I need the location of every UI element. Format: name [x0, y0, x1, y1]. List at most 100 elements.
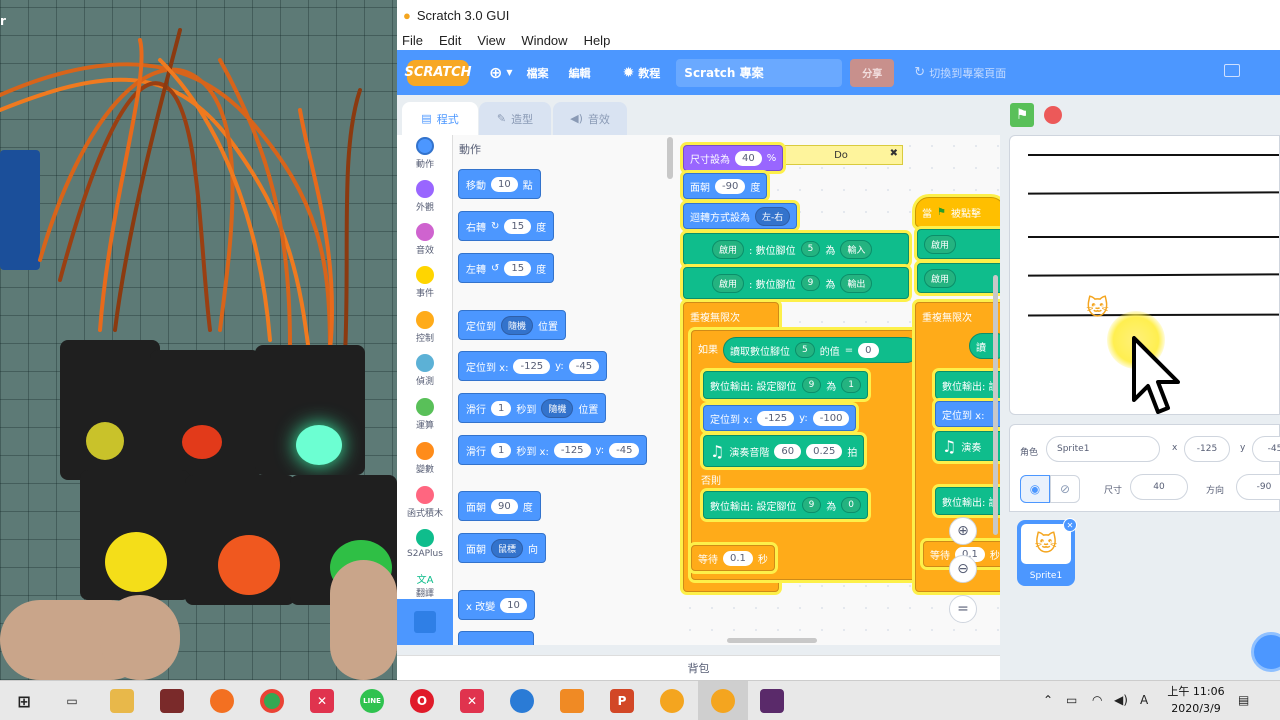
add-extension-button[interactable]	[397, 599, 453, 645]
menu-view[interactable]: View	[477, 33, 505, 48]
workspace-comment[interactable]: Do ✖	[779, 145, 903, 165]
block-goto-xy[interactable]: 定位到 x: -125 y: -45	[458, 351, 608, 381]
workspace-vertical-scrollbar[interactable]	[993, 275, 998, 535]
zoom-in-button[interactable]: ⊕	[949, 517, 977, 545]
block-input[interactable]: 40	[735, 150, 762, 166]
category-looks[interactable]: 外觀	[397, 180, 453, 213]
category-translate[interactable]: 文A 翻譯	[397, 571, 453, 599]
category-motion[interactable]: 動作	[397, 137, 453, 170]
block-dropdown[interactable]: 0	[841, 497, 862, 513]
block-dropdown[interactable]: 1	[841, 377, 862, 393]
zoom-reset-button[interactable]: =	[949, 595, 977, 623]
block-dropdown[interactable]: 輸出	[840, 273, 873, 293]
opera-icon[interactable]: O	[410, 689, 434, 713]
show-sprite-button[interactable]: ◉	[1020, 475, 1050, 503]
zoom-out-button[interactable]: ⊖	[949, 555, 977, 583]
block-glide-xy[interactable]: 滑行 1 秒到 x: -125 y: -45	[458, 435, 648, 465]
point-direction-block[interactable]: 面朝 -90 度	[683, 173, 768, 199]
video-editor-icon[interactable]	[760, 689, 784, 713]
x-position-input[interactable]: -125	[1184, 436, 1230, 462]
set-rotation-style-block[interactable]: 迴轉方式設為 左-右	[683, 203, 798, 229]
category-my-blocks[interactable]: 函式積木	[397, 486, 453, 519]
file-menu-button[interactable]: 檔案	[527, 65, 549, 81]
block-input[interactable]: -90	[715, 178, 746, 194]
scratch-icon[interactable]	[660, 689, 684, 713]
battery-icon[interactable]: ▭	[1066, 693, 1077, 707]
category-sensing[interactable]: 偵測	[397, 354, 453, 387]
goto-xy-block[interactable]: 定位到 x:	[935, 401, 1000, 427]
block-input[interactable]: 15	[504, 260, 532, 276]
tab-sounds[interactable]: ◀) 音效	[553, 102, 627, 135]
block-turn-left[interactable]: 左轉 ↺ 15 度	[458, 253, 555, 283]
block-input[interactable]: -45	[568, 358, 600, 374]
block-move-steps[interactable]: 移動 10 點	[458, 169, 541, 199]
set-pin-mode-block[interactable]: 啟用	[917, 263, 1000, 293]
backpack[interactable]: 背包	[397, 655, 1000, 680]
block-dropdown[interactable]: 5	[795, 342, 815, 358]
hide-sprite-button[interactable]: ⊘	[1050, 475, 1080, 503]
block-input[interactable]: 10	[491, 176, 518, 192]
choose-sprite-button[interactable]	[1251, 632, 1280, 672]
my-stuff-folder-icon[interactable]	[1224, 64, 1240, 77]
menu-help[interactable]: Help	[584, 33, 611, 48]
menu-window[interactable]: Window	[521, 33, 567, 48]
block-input[interactable]: -45	[609, 442, 640, 458]
set-size-block[interactable]: 尺寸設為 40 %	[683, 145, 784, 171]
block-input[interactable]: 0.1	[723, 550, 753, 566]
set-pin-mode-block[interactable]: 啟用	[917, 229, 1000, 259]
category-sound[interactable]: 音效	[397, 223, 453, 256]
scratch-logo[interactable]: SCRATCH	[404, 59, 472, 86]
goto-xy-block[interactable]: 定位到 x: -125 y: -100	[703, 405, 857, 431]
line-icon[interactable]: LINE	[360, 689, 384, 713]
block-dropdown[interactable]: 啟用	[924, 234, 957, 254]
delete-sprite-icon[interactable]: ✕	[1063, 518, 1077, 532]
block-input[interactable]: 90	[491, 498, 518, 514]
category-control[interactable]: 控制	[397, 311, 453, 344]
app-icon[interactable]	[560, 689, 584, 713]
block-dropdown[interactable]: 輸入	[840, 239, 873, 259]
block-input[interactable]: 10	[500, 597, 527, 613]
block-dropdown[interactable]: 啟用	[712, 273, 745, 293]
tutorials-button[interactable]: ✹ 教程	[623, 65, 661, 81]
app-icon[interactable]	[510, 689, 534, 713]
block-dropdown[interactable]: 隨機	[501, 315, 534, 335]
windows-start-icon[interactable]: ⊞	[12, 689, 36, 713]
block-dropdown[interactable]: 9	[801, 497, 822, 513]
firefox-icon[interactable]	[210, 689, 234, 713]
chevron-up-icon[interactable]: ⌃	[1043, 693, 1053, 707]
block-input[interactable]: 0.25	[806, 443, 843, 459]
block-input[interactable]: -125	[553, 442, 591, 458]
block-input[interactable]: 0	[858, 342, 879, 358]
stop-button[interactable]	[1044, 106, 1062, 124]
block-point-towards[interactable]: 面朝 鼠標 向	[458, 533, 547, 563]
block-partial[interactable]	[458, 631, 534, 645]
block-input[interactable]: 1	[491, 442, 512, 458]
menu-edit[interactable]: Edit	[439, 33, 461, 48]
green-flag-button[interactable]: ⚑	[1010, 103, 1034, 127]
xmind-icon[interactable]: ✕	[460, 689, 484, 713]
file-explorer-icon[interactable]	[110, 689, 134, 713]
when-flag-clicked-block[interactable]: 當 ⚑ 被點擊	[915, 197, 1000, 227]
digital-write-block[interactable]: 數位輸出: 設定腳位 9 為 0	[703, 491, 869, 519]
category-variables[interactable]: 變數	[397, 442, 453, 475]
block-input[interactable]: -100	[812, 410, 850, 426]
tab-code[interactable]: ▤ 程式	[402, 102, 478, 135]
digital-write-block[interactable]: 數位輸出: 設定腳位 9 為 1	[703, 371, 869, 399]
sprite-name-input[interactable]: Sprite1	[1046, 436, 1160, 462]
task-view-icon[interactable]: ▭	[60, 689, 84, 713]
block-turn-right[interactable]: 右轉 ↻ 15 度	[458, 211, 555, 241]
scratch-icon[interactable]	[711, 689, 735, 713]
edit-menu-button[interactable]: 編輯	[569, 65, 591, 81]
ime-icon[interactable]: A	[1140, 693, 1148, 707]
block-dropdown[interactable]: 啟用	[712, 239, 745, 259]
size-input[interactable]: 40	[1130, 474, 1188, 500]
block-dropdown[interactable]: 左-右	[755, 206, 791, 226]
notification-icon[interactable]: ▤	[1238, 693, 1249, 707]
system-clock[interactable]: 上午 11:06 2020/3/9	[1164, 683, 1228, 717]
project-title-input[interactable]: Scratch 專案	[676, 58, 843, 87]
digital-write-block[interactable]: 數位輸出: 設	[935, 487, 1000, 515]
block-dropdown[interactable]: 9	[800, 275, 821, 291]
set-pin-mode-block[interactable]: 啟用 : 數位腳位 5 為 輸入	[683, 233, 909, 265]
share-button[interactable]: 分享	[850, 58, 895, 87]
block-input[interactable]: -125	[513, 358, 551, 374]
